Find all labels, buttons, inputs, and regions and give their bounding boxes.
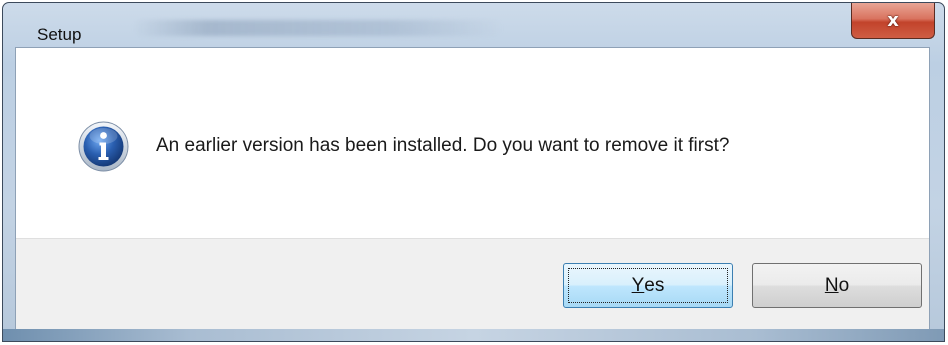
yes-button[interactable]: Yes (563, 263, 733, 308)
close-button[interactable]: x (851, 3, 935, 39)
window-title: Setup (37, 25, 82, 44)
close-icon: x (887, 10, 899, 31)
no-button[interactable]: No (752, 263, 922, 308)
setup-dialog-window: Setup x An earlier version has been inst… (2, 2, 945, 342)
window-bottom-frame (3, 329, 944, 341)
message-area: An earlier version has been installed. D… (16, 48, 929, 238)
no-button-accelerator: N (824, 274, 839, 296)
title-bar[interactable]: Setup x (3, 3, 944, 47)
dialog-message: An earlier version has been installed. D… (156, 135, 730, 156)
information-icon (78, 121, 129, 172)
title-bar-blurred-background (133, 20, 503, 36)
no-button-label: o (838, 274, 850, 296)
button-area: Yes No (16, 238, 929, 336)
focus-indicator (568, 268, 728, 303)
dialog-client-area: An earlier version has been installed. D… (15, 47, 930, 336)
